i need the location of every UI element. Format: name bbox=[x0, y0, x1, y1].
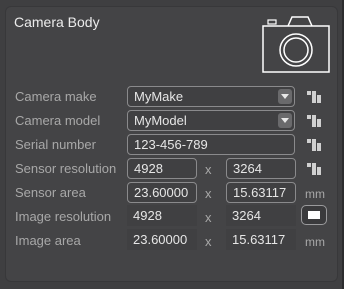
image-area-unit: mm bbox=[305, 235, 325, 249]
sensor-resolution-label: Sensor resolution bbox=[15, 161, 117, 176]
sensor-area-height-field[interactable]: 15.63117 bbox=[226, 182, 296, 203]
sensor-area-unit: mm bbox=[305, 187, 325, 201]
camera-make-select[interactable]: MyMake bbox=[127, 86, 295, 107]
camera-model-label: Camera model bbox=[15, 113, 101, 128]
sensor-resolution-height-field[interactable]: 3264 bbox=[226, 158, 296, 179]
preset-grid-icon[interactable] bbox=[307, 91, 321, 103]
dimension-separator: x bbox=[205, 234, 212, 249]
image-area-height-value: 15.63117 bbox=[226, 229, 296, 250]
sensor-resolution-width-field[interactable]: 4928 bbox=[127, 158, 197, 179]
dimension-separator: x bbox=[205, 210, 212, 225]
preset-grid-icon[interactable] bbox=[307, 163, 321, 175]
chevron-down-icon[interactable] bbox=[278, 113, 292, 128]
chevron-down-icon[interactable] bbox=[278, 89, 292, 104]
dimension-separator: x bbox=[205, 162, 212, 177]
camera-make-label: Camera make bbox=[15, 89, 97, 104]
preset-grid-icon[interactable] bbox=[307, 115, 321, 127]
sensor-area-width-field[interactable]: 23.60000 bbox=[127, 182, 197, 203]
sensor-area-label: Sensor area bbox=[15, 185, 86, 200]
image-area-label: Image area bbox=[15, 233, 81, 248]
image-area-width-value: 23.60000 bbox=[127, 229, 197, 250]
camera-model-value: MyModel bbox=[134, 113, 187, 128]
image-resolution-width-value: 4928 bbox=[127, 205, 197, 226]
image-resolution-height-value: 3264 bbox=[226, 205, 296, 226]
camera-icon bbox=[262, 16, 330, 73]
panel-title: Camera Body bbox=[14, 14, 100, 30]
serial-number-field[interactable]: 123-456-789 bbox=[127, 134, 295, 155]
aspect-ratio-icon[interactable] bbox=[301, 205, 327, 225]
image-resolution-label: Image resolution bbox=[15, 209, 112, 224]
camera-model-select[interactable]: MyModel bbox=[127, 110, 295, 131]
serial-number-label: Serial number bbox=[15, 137, 96, 152]
preset-grid-icon[interactable] bbox=[307, 139, 321, 151]
camera-make-value: MyMake bbox=[134, 89, 184, 104]
dimension-separator: x bbox=[205, 186, 212, 201]
